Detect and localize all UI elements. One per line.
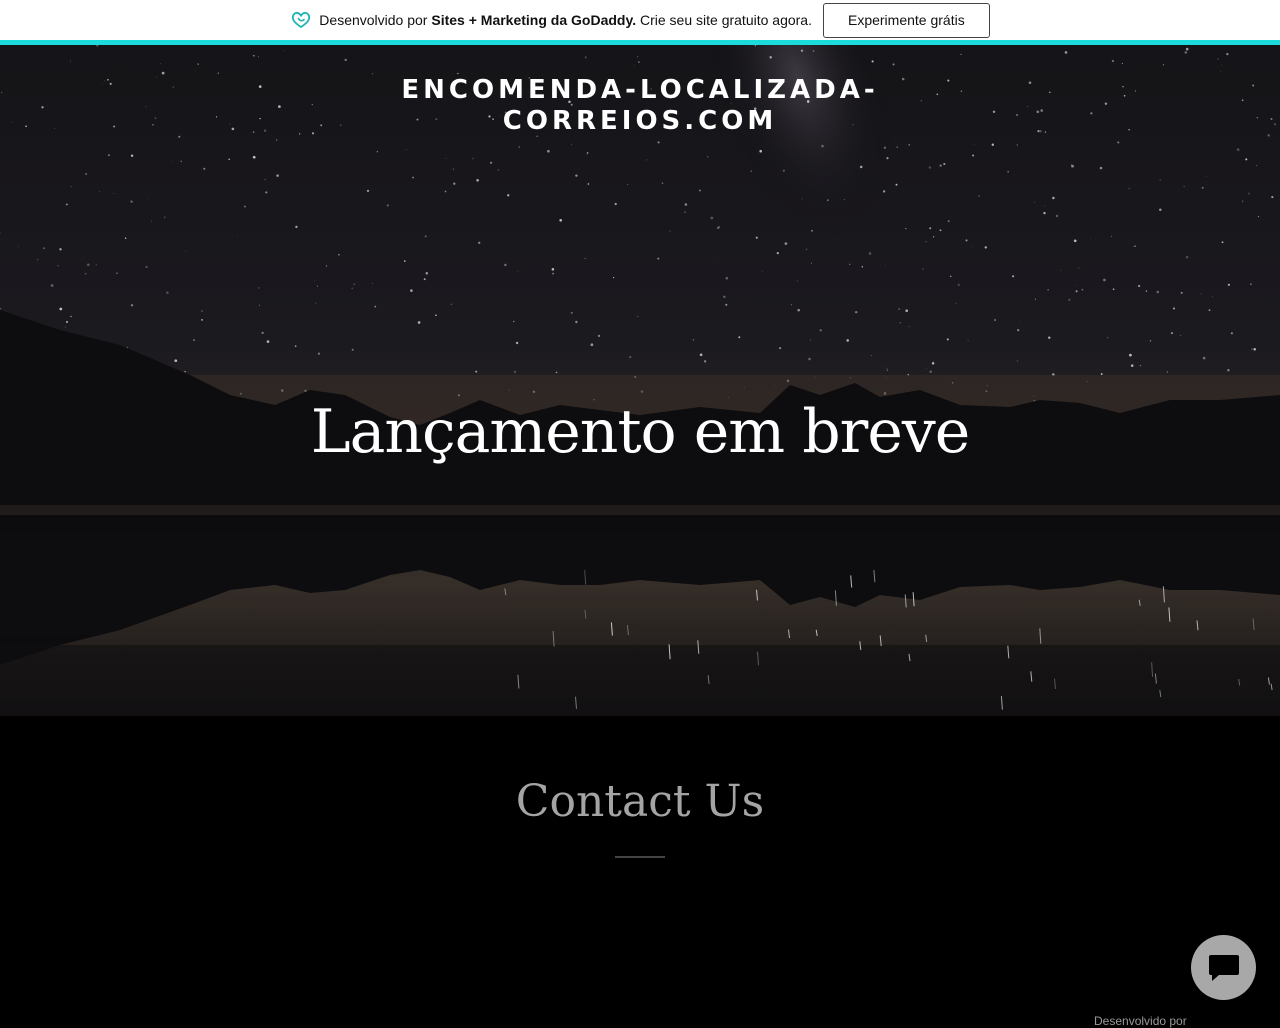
contact-section: Contact Us (0, 716, 1280, 1024)
promo-content: Desenvolvido por Sites + Marketing da Go… (290, 0, 989, 40)
chat-button[interactable] (1191, 935, 1256, 1000)
site-title[interactable]: ENCOMENDA-LOCALIZADA- CORREIOS.COM (0, 75, 1280, 137)
promo-text: Desenvolvido por Sites + Marketing da Go… (319, 12, 812, 28)
site-title-line-1: ENCOMENDA-LOCALIZADA- (0, 75, 1280, 106)
site-title-line-2: CORREIOS.COM (0, 106, 1280, 137)
promo-prefix: Desenvolvido por (319, 12, 431, 28)
contact-heading: Contact Us (0, 776, 1280, 827)
coming-soon-heading: Lançamento em breve (0, 397, 1280, 467)
promo-brand-link[interactable]: Sites + Marketing da GoDaddy. (431, 12, 636, 28)
chat-bubble-icon (1207, 953, 1241, 983)
hero-section: ENCOMENDA-LOCALIZADA- CORREIOS.COM Lança… (0, 45, 1280, 716)
godaddy-promo-banner: Desenvolvido por Sites + Marketing da Go… (0, 0, 1280, 45)
section-divider (615, 856, 665, 858)
godaddy-heart-icon (290, 9, 312, 31)
footer-powered-by: Desenvolvido por (1094, 1014, 1187, 1028)
hero-background-image (0, 45, 1280, 716)
try-free-button[interactable]: Experimente grátis (823, 3, 990, 38)
promo-suffix: Crie seu site gratuito agora. (636, 12, 812, 28)
